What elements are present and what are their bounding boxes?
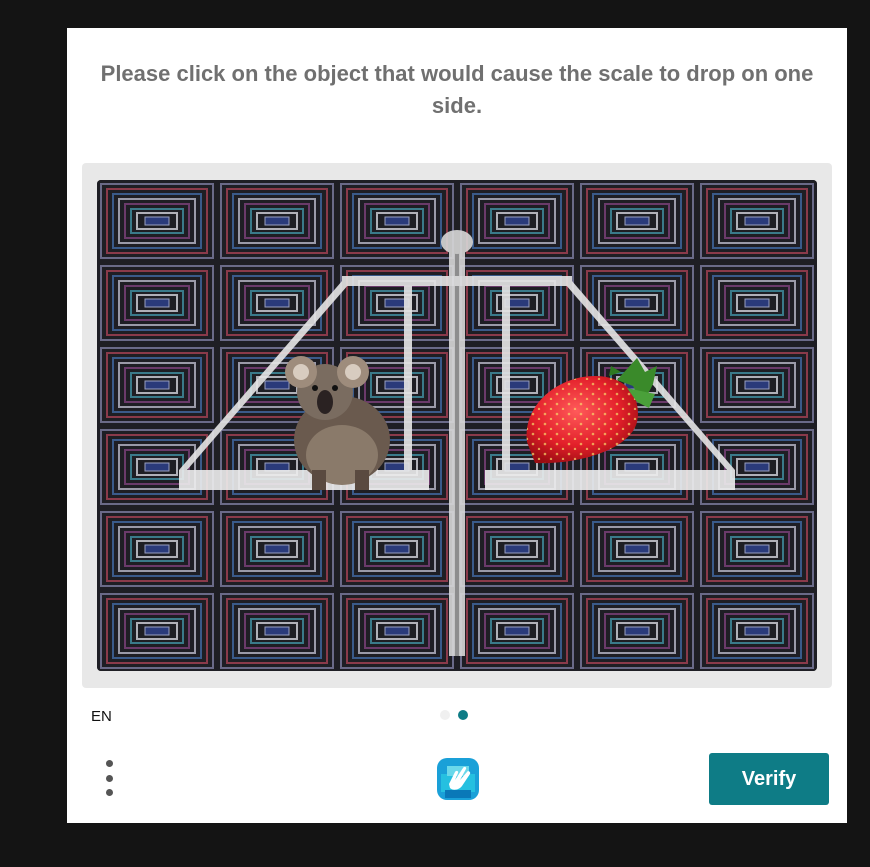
kebab-menu-icon[interactable] — [97, 756, 121, 800]
menu-dot — [105, 774, 113, 782]
menu-dot — [105, 760, 113, 767]
menu-dot — [105, 789, 113, 796]
captcha-card: Please click on the object that would ca… — [67, 28, 847, 823]
challenge-pager — [440, 709, 468, 721]
hcaptcha-hand-logo[interactable] — [431, 752, 485, 806]
challenge-canvas — [97, 180, 817, 671]
challenge-image[interactable] — [97, 180, 817, 671]
verify-button[interactable]: Verify — [709, 753, 829, 805]
page-dot-2[interactable] — [458, 710, 468, 720]
page-dot-1[interactable] — [440, 710, 450, 720]
language-selector[interactable]: EN — [91, 708, 112, 725]
challenge-prompt: Please click on the object that would ca… — [100, 61, 814, 118]
challenge-frame — [82, 163, 832, 688]
strawberry-option[interactable] — [517, 355, 667, 470]
koala-option[interactable] — [277, 345, 407, 490]
